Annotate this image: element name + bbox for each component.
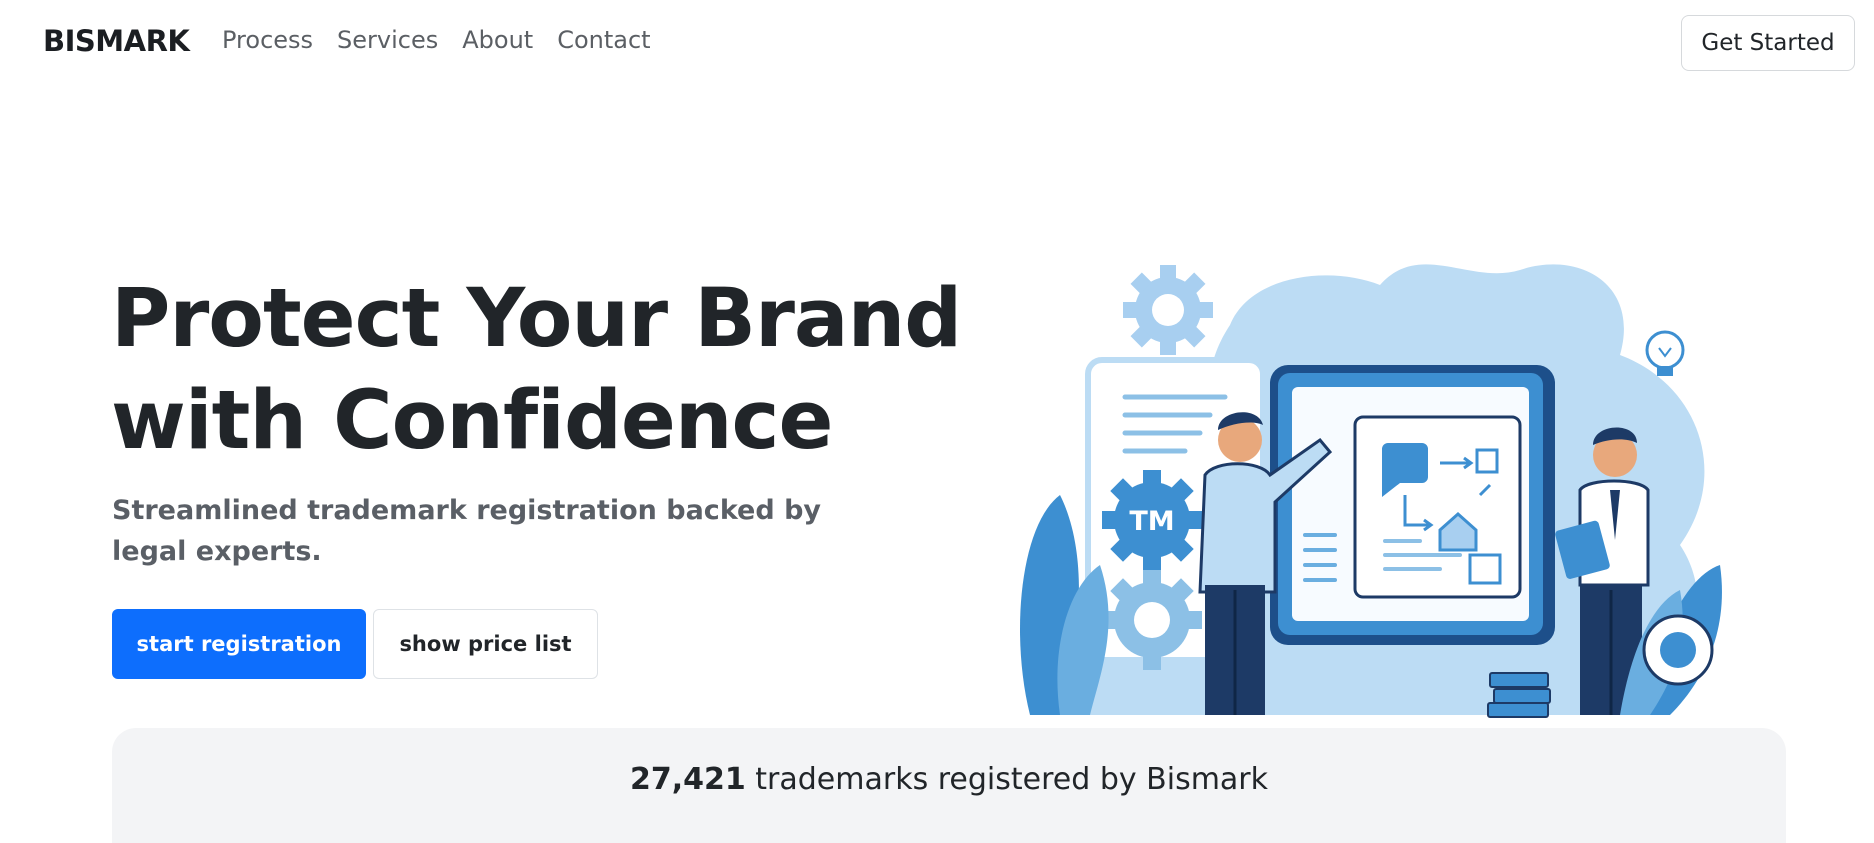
nav-link-services[interactable]: Services: [337, 26, 438, 54]
gear-icon: [1642, 614, 1714, 686]
hero-subtitle: Streamlined trademark registration backe…: [112, 495, 822, 567]
hero-title: Protect Your Brand with Confidence: [111, 268, 1011, 472]
brand-logo[interactable]: BISMARK: [43, 24, 190, 58]
nav-link-contact[interactable]: Contact: [557, 26, 650, 54]
trademark-gear-icon: TM: [1102, 470, 1202, 570]
stats-line: 27,421 trademarks registered by Bismark: [112, 762, 1786, 797]
nav-link-about[interactable]: About: [462, 26, 533, 54]
top-navbar: BISMARK Process Services About Contact G…: [0, 0, 1874, 86]
hero-title-line-1: Protect Your Brand: [111, 272, 962, 366]
nav-link-process[interactable]: Process: [222, 26, 313, 54]
hero-illustration: TM: [1000, 245, 1760, 730]
coin-stack-icon: [1487, 672, 1551, 718]
nav-links: Process Services About Contact: [222, 26, 675, 54]
start-registration-button[interactable]: start registration: [112, 609, 366, 679]
store-icon: [1468, 553, 1502, 585]
trademark-count: 27,421: [629, 762, 746, 797]
gear-icon: [1123, 265, 1213, 355]
stats-text: trademarks registered by Bismark: [745, 762, 1269, 797]
get-started-button[interactable]: Get Started: [1681, 15, 1855, 71]
lightbulb-icon: [1645, 330, 1685, 376]
show-price-list-button[interactable]: show price list: [373, 609, 598, 679]
tm-badge-text: TM: [1129, 506, 1174, 537]
hero-title-line-2: with Confidence: [111, 374, 833, 468]
stats-banner: 27,421 trademarks registered by Bismark: [112, 728, 1786, 843]
